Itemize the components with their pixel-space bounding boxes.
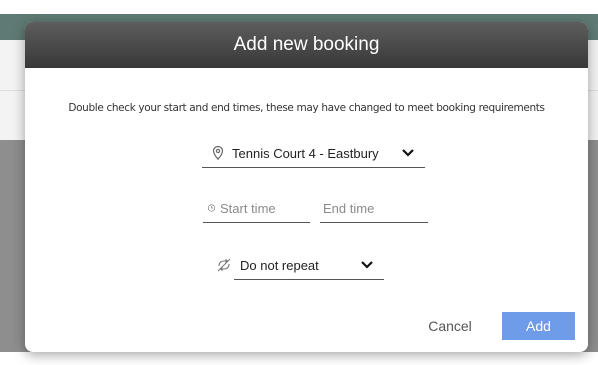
- repeat-icon: [217, 258, 231, 272]
- chevron-down-icon[interactable]: [360, 260, 374, 270]
- clock-icon: [207, 204, 216, 212]
- repeat-value: Do not repeat: [240, 257, 319, 273]
- end-time-input[interactable]: [323, 200, 413, 216]
- add-button[interactable]: Add: [502, 312, 575, 340]
- booking-notice: Double check your start and end times, t…: [68, 102, 545, 114]
- location-value: Tennis Court 4 - Eastbury: [232, 145, 379, 161]
- start-time-input[interactable]: [220, 200, 310, 216]
- add-booking-dialog: Add new booking Double check your start …: [25, 22, 588, 352]
- start-time-field[interactable]: [203, 194, 310, 223]
- cancel-button[interactable]: Cancel: [420, 312, 480, 340]
- end-time-field[interactable]: [320, 194, 428, 223]
- chevron-down-icon[interactable]: [401, 148, 415, 158]
- repeat-select[interactable]: Do not repeat: [217, 251, 384, 280]
- location-select[interactable]: Tennis Court 4 - Eastbury: [202, 139, 425, 168]
- dialog-title: Add new booking: [25, 22, 588, 68]
- location-pin-icon: [212, 145, 224, 161]
- background-bottom-strip: [0, 352, 598, 365]
